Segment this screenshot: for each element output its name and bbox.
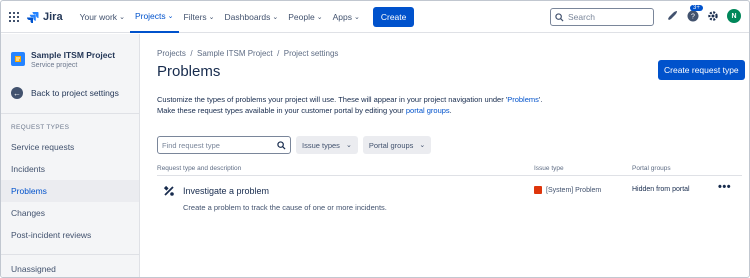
chevron-down-icon: ⌄ <box>167 12 174 20</box>
request-type-name[interactable]: Investigate a problem <box>183 186 269 196</box>
portal-groups-dropdown[interactable]: Portal groups ⌄ <box>362 136 432 154</box>
notifications-icon[interactable]: ? <box>687 10 699 22</box>
sidebar-item-incidents[interactable]: Incidents <box>1 158 139 180</box>
request-type-description: Create a problem to track the cause of o… <box>183 203 387 212</box>
nav-projects[interactable]: Projects ⌄ <box>129 1 179 33</box>
portal-group-cell: Hidden from portal <box>632 186 690 193</box>
nav-apps-label: Apps <box>332 11 352 22</box>
breadcrumb: Projects / Sample ITSM Project / Project… <box>157 49 338 58</box>
search-input[interactable]: Search <box>550 8 654 26</box>
nav-apps[interactable]: Apps ⌄ <box>328 1 365 33</box>
issue-types-dropdown[interactable]: Issue types ⌄ <box>296 136 358 154</box>
description-text: '. <box>538 95 543 104</box>
description-text: . <box>449 106 452 115</box>
svg-text:?: ? <box>691 14 695 21</box>
chevron-down-icon: ⌄ <box>316 13 323 21</box>
column-header-issue-type: Issue type <box>534 165 564 172</box>
top-icons: ? 3+ N <box>667 5 749 23</box>
table-row[interactable]: Investigate a problem Create a problem t… <box>157 179 742 219</box>
breadcrumb-separator: / <box>188 49 198 58</box>
chevron-down-icon: ⌄ <box>345 142 352 149</box>
nav-people-label: People <box>288 11 315 22</box>
nav-dashboards[interactable]: Dashboards ⌄ <box>220 1 284 33</box>
main-content: Projects / Sample ITSM Project / Project… <box>141 34 749 277</box>
breadcrumb-project-settings[interactable]: Project settings <box>284 49 339 58</box>
issue-types-label: Issue types <box>302 140 340 150</box>
find-request-type-input[interactable]: Find request type <box>157 136 291 154</box>
sidebar-item-post-incident-reviews[interactable]: Post-incident reviews <box>1 224 139 246</box>
rocket-icon[interactable] <box>667 10 679 22</box>
sidebar-item-problems[interactable]: Problems <box>1 180 139 202</box>
breadcrumb-separator: / <box>274 49 284 58</box>
description-line-1: Customize the types of problems your pro… <box>157 94 542 105</box>
nav-dashboards-label: Dashboards <box>224 11 271 22</box>
problem-issue-type-icon <box>534 186 542 194</box>
app-frame: Jira Your work ⌄ Projects ⌄ Filters ⌄ Dashb… <box>0 0 750 278</box>
nav-people[interactable]: People ⌄ <box>283 1 327 33</box>
page-title: Problems <box>157 63 221 80</box>
jira-logo-text: Jira <box>43 10 63 23</box>
back-to-project-settings[interactable]: ← Back to project settings <box>1 69 139 99</box>
arrow-left-icon: ← <box>11 87 23 99</box>
create-button[interactable]: Create <box>372 6 415 27</box>
chevron-down-icon: ⌄ <box>208 13 215 21</box>
create-request-type-button[interactable]: Create request type <box>658 60 745 80</box>
nav-projects-label: Projects <box>134 10 166 21</box>
page-description: Customize the types of problems your pro… <box>157 94 542 116</box>
problems-link[interactable]: Problems <box>507 95 539 104</box>
project-avatar-icon <box>11 52 25 66</box>
request-type-list: Service requests Incidents Problems Chan… <box>1 136 139 246</box>
project-type: Service project <box>31 62 78 69</box>
nav-filters-label: Filters <box>183 11 207 22</box>
chevron-down-icon: ⌄ <box>272 13 279 21</box>
jira-logo[interactable]: Jira <box>27 11 63 23</box>
settings-gear-icon[interactable] <box>707 10 719 22</box>
nav-your-work-label: Your work <box>79 11 118 22</box>
issue-type-label: [System] Problem <box>546 186 602 194</box>
portal-groups-link[interactable]: portal groups <box>406 106 450 115</box>
column-header-portal-groups: Portal groups <box>632 165 671 172</box>
chevron-down-icon: ⌄ <box>353 13 360 21</box>
back-label: Back to project settings <box>31 88 119 98</box>
sidebar-item-unassigned[interactable]: Unassigned <box>1 258 139 277</box>
description-line-2: Make these request types available in yo… <box>157 105 542 116</box>
top-navigation: Jira Your work ⌄ Projects ⌄ Filters ⌄ Dashb… <box>1 1 749 33</box>
portal-groups-label: Portal groups <box>368 140 414 150</box>
project-name: Sample ITSM Project <box>31 50 116 60</box>
breadcrumb-project[interactable]: Sample ITSM Project <box>197 49 273 58</box>
nav-your-work[interactable]: Your work ⌄ <box>75 1 130 33</box>
sidebar-item-service-requests[interactable]: Service requests <box>1 136 139 158</box>
chevron-down-icon: ⌄ <box>419 142 426 149</box>
search-icon <box>277 140 286 150</box>
avatar[interactable]: N <box>727 9 741 23</box>
divider <box>1 254 139 255</box>
sidebar-item-changes[interactable]: Changes <box>1 202 139 224</box>
chevron-down-icon: ⌄ <box>119 13 125 21</box>
sidebar: Sample ITSM Project Service project ← Ba… <box>1 34 140 277</box>
more-actions-icon[interactable]: ••• <box>718 181 731 193</box>
jira-logo-icon <box>27 11 39 23</box>
table-header: Request type and description Issue type … <box>157 164 742 176</box>
nav-filters[interactable]: Filters ⌄ <box>179 1 220 33</box>
description-text: Make these request types available in yo… <box>157 106 406 115</box>
tools-icon <box>163 185 175 199</box>
column-header-type-desc: Request type and description <box>157 165 242 172</box>
search-icon <box>555 12 564 22</box>
search-placeholder: Search <box>568 12 595 22</box>
breadcrumb-projects[interactable]: Projects <box>157 49 186 58</box>
section-label: REQUEST TYPES <box>11 124 70 131</box>
project-header: Sample ITSM Project Service project <box>1 34 139 69</box>
app-switcher-icon[interactable] <box>9 11 19 22</box>
issue-type-cell: [System] Problem <box>534 186 601 194</box>
find-placeholder: Find request type <box>162 140 220 150</box>
filter-bar: Find request type Issue types ⌄ Portal g… <box>157 136 432 154</box>
description-text: Customize the types of problems your pro… <box>157 95 508 104</box>
notification-count-badge: 3+ <box>690 5 703 11</box>
